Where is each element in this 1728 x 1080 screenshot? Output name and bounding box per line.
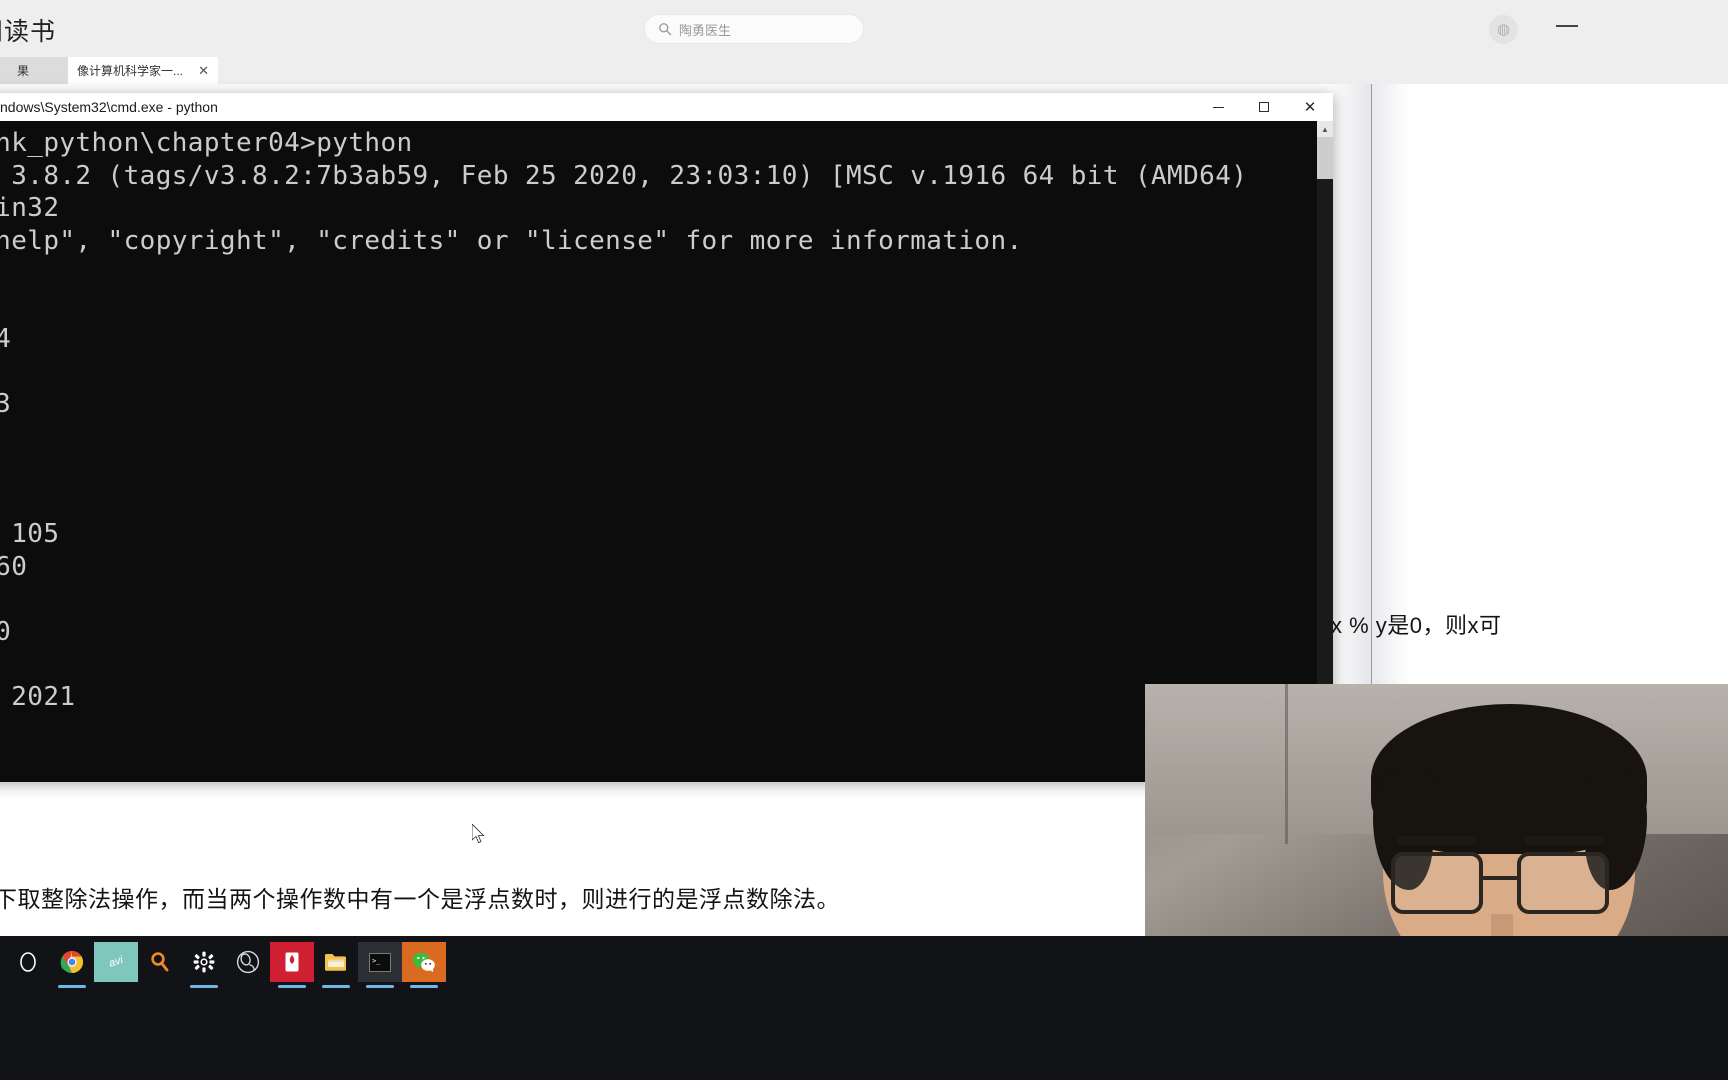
svg-text:>_: >_: [372, 957, 381, 965]
taskbar-item-pdf-reader[interactable]: [270, 942, 314, 988]
close-icon[interactable]: ✕: [198, 64, 209, 77]
glasses-lens-left: [1391, 852, 1483, 914]
cmd-scrollbar-track[interactable]: [1317, 137, 1333, 766]
taskbar-item-everything-search[interactable]: [138, 942, 182, 982]
windows-taskbar: avi >_: [0, 936, 1728, 1080]
taskbar-running-indicator: [366, 985, 394, 988]
taskbar-running-indicator: [410, 985, 438, 988]
webcam-wall-edge: [1285, 684, 1288, 844]
window-minimize-button[interactable]: [1556, 25, 1578, 27]
command-prompt-window[interactable]: ndows\System32\cmd.exe - python ✕ think_…: [0, 93, 1333, 844]
taskbar-item-chrome[interactable]: [50, 942, 94, 988]
taskbar-running-indicator: [58, 985, 86, 988]
taskbar-item-cortana[interactable]: [6, 942, 50, 982]
maximize-icon: [1259, 102, 1269, 112]
wechat-icon: [412, 952, 435, 972]
cmd-close-button[interactable]: ✕: [1287, 93, 1333, 121]
scroll-up-arrow-icon[interactable]: ▲: [1317, 121, 1333, 137]
taskbar-running-indicator: [278, 985, 306, 988]
app-title: 阅读书: [0, 18, 57, 46]
screen-root: 阅读书 陶勇医生 ◍ 果 像计算机科学家一... ✕: [0, 0, 1728, 1080]
taskbar-item-wechat[interactable]: [402, 942, 446, 988]
person-eyebrow-right: [1525, 836, 1605, 845]
pdf-reader-icon: [285, 952, 299, 972]
taskbar-items: avi >_: [0, 936, 1145, 1080]
chrome-icon: [60, 951, 83, 973]
minimize-icon: [1212, 106, 1224, 108]
search-icon: [659, 23, 672, 36]
cmd-maximize-button[interactable]: [1241, 93, 1287, 121]
glasses-bridge: [1483, 876, 1517, 880]
cmd-scrollbar-thumb[interactable]: [1317, 137, 1333, 179]
cmd-console-text: think_python\chapter04>python hon 3.8.2 …: [0, 128, 1248, 713]
tab-inactive-label: 果: [16, 64, 29, 78]
taskbar-running-indicator: [322, 985, 350, 988]
cortana-icon: [20, 952, 36, 972]
document-text-bottom-line: 下取整除法操作，而当两个操作数中有一个是浮点数时，则进行的是浮点数除法。: [0, 886, 840, 912]
document-text-right-line-1: x % y是0，则x可: [1331, 613, 1502, 638]
taskbar-item-file-explorer[interactable]: [314, 942, 358, 988]
search-placeholder-text: 陶勇医生: [679, 22, 732, 38]
close-icon: ✕: [1303, 98, 1317, 116]
tab-inactive[interactable]: 果: [0, 57, 68, 84]
obs-studio-icon: [236, 950, 260, 974]
file-explorer-icon: [325, 954, 346, 971]
gear-icon: [193, 951, 215, 973]
glasses-lens-right: [1517, 852, 1609, 914]
avi-media-icon: avi: [107, 954, 125, 970]
cmd-minimize-button[interactable]: [1195, 93, 1241, 121]
mouse-cursor-icon: [472, 824, 485, 844]
taskbar-running-indicator: [190, 985, 218, 988]
tab-active-label: 像计算机科学家一...: [77, 64, 184, 78]
avatar-glyph: ◍: [1496, 21, 1511, 38]
cmd-console-body[interactable]: think_python\chapter04>python hon 3.8.2 …: [0, 121, 1333, 782]
avatar[interactable]: ◍: [1489, 15, 1518, 44]
taskbar-item-command-prompt[interactable]: >_: [358, 942, 402, 988]
cmd-window-title: ndows\System32\cmd.exe - python: [0, 99, 218, 115]
tab-active[interactable]: 像计算机科学家一... ✕: [68, 57, 218, 84]
tab-strip: 果 像计算机科学家一... ✕: [0, 57, 1728, 84]
person-eyebrow-left: [1397, 836, 1477, 845]
taskbar-item-avi-media[interactable]: avi: [94, 942, 138, 982]
search-input[interactable]: 陶勇医生: [645, 15, 863, 43]
taskbar-item-settings[interactable]: [182, 942, 226, 988]
cmd-scrollbar[interactable]: ▲ ▼: [1317, 121, 1333, 782]
reader-header-bar: 阅读书 陶勇医生 ◍: [0, 0, 1728, 57]
taskbar-item-obs-studio[interactable]: [226, 942, 270, 982]
cmd-title-bar[interactable]: ndows\System32\cmd.exe - python ✕: [0, 93, 1333, 121]
command-prompt-icon: >_: [369, 952, 391, 972]
everything-search-icon: [151, 952, 169, 972]
